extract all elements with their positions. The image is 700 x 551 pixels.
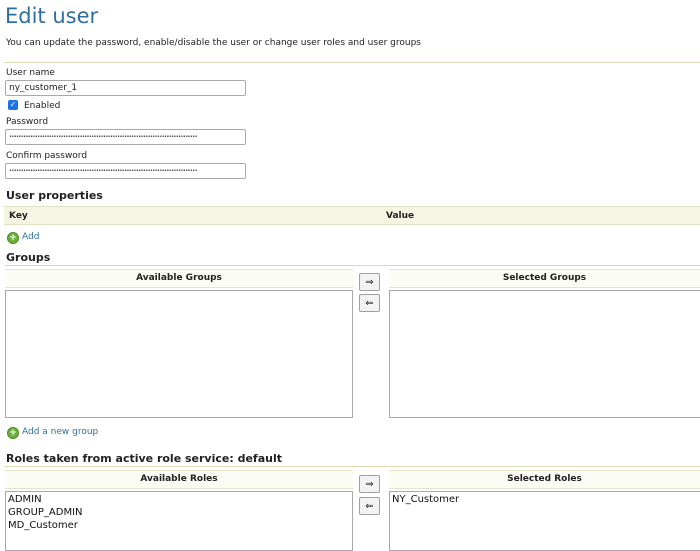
- selected-groups-list[interactable]: [389, 290, 700, 418]
- add-group-arrow-button[interactable]: ⇒: [359, 273, 380, 291]
- page-title: Edit user: [5, 4, 99, 28]
- password-label: Password: [6, 117, 49, 127]
- available-groups-list[interactable]: [5, 290, 353, 418]
- list-item[interactable]: ADMIN: [8, 493, 350, 506]
- divider: [4, 466, 700, 467]
- remove-role-arrow-button[interactable]: ⇐: [359, 497, 380, 515]
- user-properties-heading: User properties: [6, 189, 103, 202]
- groups-heading: Groups: [6, 251, 51, 264]
- username-input[interactable]: ny_customer_1: [5, 80, 246, 96]
- user-properties-table-header: Key Value: [4, 206, 700, 225]
- list-item[interactable]: GROUP_ADMIN: [8, 506, 350, 519]
- selected-groups-header: Selected Groups: [389, 269, 700, 288]
- add-new-group-link[interactable]: Add a new group: [22, 427, 98, 437]
- roles-heading: Roles taken from active role service: de…: [6, 452, 282, 465]
- add-role-arrow-button[interactable]: ⇒: [359, 475, 380, 493]
- list-item[interactable]: MD_Customer: [8, 519, 350, 532]
- password-input[interactable]: ••••••••••••••••••••••••••••••••••••••••…: [5, 129, 246, 145]
- available-groups-header: Available Groups: [5, 269, 353, 288]
- add-icon[interactable]: +: [7, 427, 19, 439]
- add-icon[interactable]: +: [7, 232, 19, 244]
- remove-group-arrow-button[interactable]: ⇐: [359, 294, 380, 312]
- divider: [4, 62, 700, 63]
- list-item[interactable]: NY_Customer: [392, 493, 698, 506]
- value-column-header: Value: [386, 211, 415, 221]
- page-description: You can update the password, enable/disa…: [6, 38, 421, 48]
- selected-roles-list[interactable]: NY_Customer: [389, 491, 700, 551]
- divider: [4, 265, 700, 266]
- confirm-password-input[interactable]: ••••••••••••••••••••••••••••••••••••••••…: [5, 163, 246, 179]
- add-property-link[interactable]: Add: [22, 232, 39, 242]
- available-roles-header: Available Roles: [5, 470, 353, 489]
- enabled-checkbox[interactable]: ✓: [8, 100, 18, 110]
- confirm-password-label: Confirm password: [6, 151, 88, 161]
- selected-roles-header: Selected Roles: [389, 470, 700, 489]
- available-roles-list[interactable]: ADMIN GROUP_ADMIN MD_Customer: [5, 491, 353, 551]
- key-column-header: Key: [9, 211, 28, 221]
- enabled-label: Enabled: [24, 101, 61, 111]
- username-label: User name: [6, 68, 55, 78]
